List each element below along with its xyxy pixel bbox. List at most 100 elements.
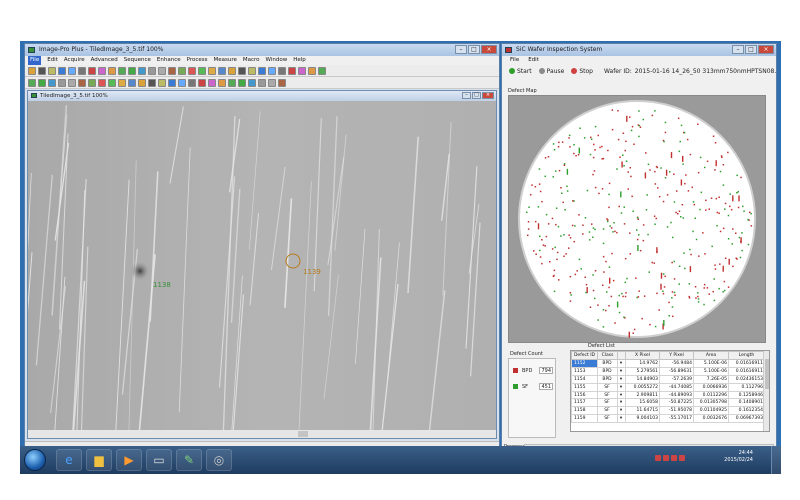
toolbar-button-icon[interactable] [108, 78, 116, 87]
toolbar-button-icon[interactable] [58, 78, 66, 87]
show-desktop-button[interactable] [771, 446, 781, 474]
table-row[interactable]: 1154 BPD ▾ 14.84903 -57.2639 7.26E-05 0.024361… [571, 374, 765, 384]
wafer-defect-map[interactable] [509, 96, 767, 344]
menu-sequence[interactable]: Sequence [124, 56, 151, 65]
menu-advanced[interactable]: Advanced [91, 56, 118, 65]
toolbar-button-icon[interactable] [238, 66, 246, 75]
imagepro-titlebar[interactable]: Image-Pro Plus - TiledImage_3_5.tif 100%… [25, 44, 499, 56]
column-header[interactable]: Defect ID [571, 351, 598, 360]
toolbar-button-icon[interactable] [48, 78, 56, 87]
toolbar-button-icon[interactable] [238, 78, 246, 87]
folder-icon[interactable]: ▆ [86, 449, 112, 471]
start-button[interactable]: Start [509, 68, 532, 75]
toolbar-button-icon[interactable] [198, 78, 206, 87]
horizontal-scrollbar[interactable] [28, 430, 497, 438]
toolbar-button-icon[interactable] [78, 78, 86, 87]
toolbar-button-icon[interactable] [248, 66, 256, 75]
close-icon[interactable]: × [758, 45, 774, 54]
table-row[interactable]: 1156 SF ▾ 2.909811 -44.89093 0.0112296 0.12589… [571, 390, 765, 400]
toolbar-button-icon[interactable] [228, 78, 236, 87]
toolbar-button-icon[interactable] [38, 78, 46, 87]
toolbar-button-icon[interactable] [228, 66, 236, 75]
toolbar-button-icon[interactable] [78, 66, 86, 75]
toolbar-button-icon[interactable] [118, 66, 126, 75]
column-header[interactable] [617, 351, 626, 360]
toolbar-button-icon[interactable] [48, 66, 56, 75]
tray-icon[interactable] [655, 455, 661, 461]
toolbar-button-icon[interactable] [108, 66, 116, 75]
menu-process[interactable]: Process [187, 56, 208, 65]
toolbar-button-icon[interactable] [278, 78, 286, 87]
table-row[interactable]: 1153 BPD ▾ 5.279561 -56.89631 5.100E-06 0.0161… [571, 366, 765, 376]
class-dropdown-icon[interactable]: ▾ [617, 414, 626, 424]
toolbar-button-icon[interactable] [248, 78, 256, 87]
sic-menu-file[interactable]: File [510, 56, 519, 65]
class-dropdown-icon[interactable]: ▾ [617, 374, 626, 384]
toolbar-button-icon[interactable] [208, 78, 216, 87]
table-row[interactable]: 1159 SF ▾ 9.004103 -55.17017 0.0032676 0.06967… [571, 414, 765, 424]
toolbar-button-icon[interactable] [258, 78, 266, 87]
class-dropdown-icon[interactable]: ▾ [617, 359, 626, 368]
toolbar-button-icon[interactable] [158, 66, 166, 75]
toolbar-button-icon[interactable] [178, 78, 186, 87]
class-dropdown-icon[interactable]: ▾ [617, 390, 626, 400]
toolbar-button-icon[interactable] [68, 66, 76, 75]
window-icon[interactable]: ▭ [146, 449, 172, 471]
minimize-icon[interactable]: – [462, 92, 471, 99]
toolbar-button-icon[interactable] [98, 66, 106, 75]
toolbar-button-icon[interactable] [218, 66, 226, 75]
toolbar-button-icon[interactable] [258, 66, 266, 75]
toolbar-button-icon[interactable] [128, 78, 136, 87]
toolbar-button-icon[interactable] [308, 66, 316, 75]
minimize-icon[interactable]: – [732, 45, 744, 54]
maximize-icon[interactable]: □ [745, 45, 757, 54]
toolbar-button-icon[interactable] [148, 66, 156, 75]
menu-acquire[interactable]: Acquire [64, 56, 85, 65]
ie-icon[interactable]: e [56, 449, 82, 471]
toolbar-button-icon[interactable] [168, 66, 176, 75]
menu-window[interactable]: Window [266, 56, 288, 65]
document-titlebar[interactable]: TiledImage_3_5.tif 100% – □ × [28, 91, 496, 101]
menu-macro[interactable]: Macro [243, 56, 260, 65]
toolbar-button-icon[interactable] [128, 66, 136, 75]
media-icon[interactable]: ▶ [116, 449, 142, 471]
toolbar-button-icon[interactable] [158, 78, 166, 87]
column-header[interactable]: Y Pixel [659, 351, 694, 360]
toolbar-button-icon[interactable] [178, 66, 186, 75]
toolbar-button-icon[interactable] [38, 66, 46, 75]
start-button[interactable] [24, 449, 46, 471]
toolbar-button-icon[interactable] [168, 78, 176, 87]
tray-icon[interactable] [679, 455, 685, 461]
toolbar-button-icon[interactable] [58, 66, 66, 75]
toolbar-button-icon[interactable] [148, 78, 156, 87]
menu-edit[interactable]: Edit [47, 56, 58, 65]
minimize-icon[interactable]: – [455, 45, 467, 54]
toolbar-button-icon[interactable] [88, 78, 96, 87]
wafer-app-icon[interactable]: ◎ [206, 449, 232, 471]
toolbar-button-icon[interactable] [68, 78, 76, 87]
toolbar-button-icon[interactable] [98, 78, 106, 87]
class-dropdown-icon[interactable]: ▾ [617, 406, 626, 416]
class-dropdown-icon[interactable]: ▾ [617, 398, 626, 408]
toolbar-button-icon[interactable] [118, 78, 126, 87]
toolbar-button-icon[interactable] [288, 66, 296, 75]
scrollbar-thumb[interactable] [298, 431, 308, 437]
table-row[interactable]: 1155 SF ▾ 0.0055272 -44.74085 0.0066936 0.1127… [571, 382, 765, 392]
close-icon[interactable]: × [482, 92, 494, 99]
table-row[interactable]: 1158 SF ▾ 11.64715 -51.95078 0.01104925 0.1612… [571, 406, 765, 416]
class-dropdown-icon[interactable]: ▾ [617, 366, 626, 376]
list-vertical-scrollbar[interactable] [763, 351, 769, 431]
toolbar-button-icon[interactable] [28, 78, 36, 87]
maximize-icon[interactable]: □ [468, 45, 480, 54]
toolbar-button-icon[interactable] [138, 78, 146, 87]
menu-enhance[interactable]: Enhance [157, 56, 181, 65]
toolbar-button-icon[interactable] [218, 78, 226, 87]
table-row[interactable]: 1152 BPD ▾ 14.9762 -56.9484 5.100E-06 0.016169… [571, 359, 765, 368]
stop-button[interactable]: Stop [571, 68, 593, 75]
toolbar-button-icon[interactable] [298, 66, 306, 75]
close-icon[interactable]: × [481, 45, 497, 54]
toolbar-button-icon[interactable] [208, 66, 216, 75]
toolbar-button-icon[interactable] [268, 66, 276, 75]
column-header[interactable]: Class [597, 351, 618, 360]
toolbar-button-icon[interactable] [188, 78, 196, 87]
